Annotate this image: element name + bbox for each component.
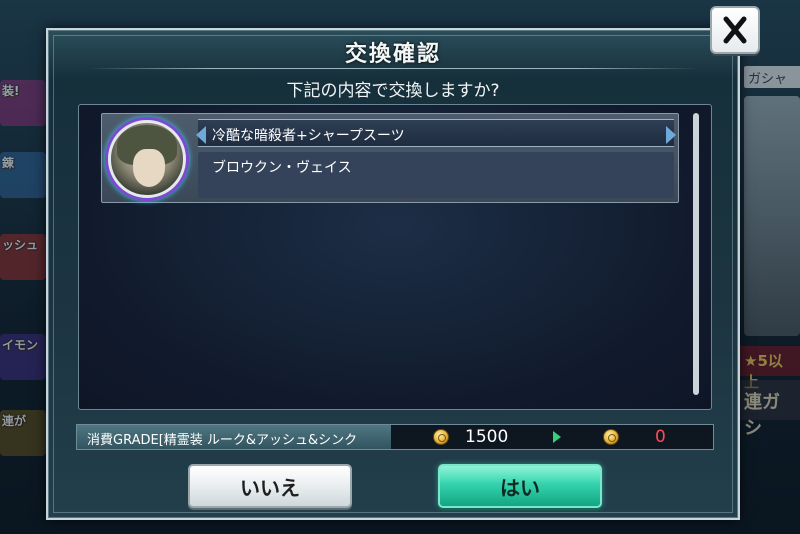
gacha-card-art: [744, 96, 800, 336]
close-button[interactable]: [710, 6, 760, 54]
close-icon: [723, 16, 747, 44]
exchange-item-list[interactable]: 冷酷な暗殺者+シャープスーツ ブロウクン・ヴェイス: [78, 104, 712, 410]
chevron-right-icon: [666, 126, 676, 144]
no-button[interactable]: いいえ: [188, 464, 352, 508]
cost-values: 1500 0: [391, 425, 713, 449]
left-banner-strip: 装! 錬 ッシュ イモン 連が: [0, 60, 48, 534]
exchange-confirm-dialog: 交換確認 下記の内容で交換しますか? 冷酷な暗殺者+シャープスーツ ブロウクン・…: [46, 28, 740, 520]
gacha-tag: ガシャ: [744, 66, 800, 88]
yes-button[interactable]: はい: [438, 464, 602, 508]
chevron-left-icon: [196, 126, 206, 144]
coin-icon: [603, 429, 619, 445]
left-banner: 装!: [0, 80, 46, 126]
list-item: 冷酷な暗殺者+シャープスーツ ブロウクン・ヴェイス: [101, 113, 679, 203]
star-rarity-tag: ★5以上: [740, 346, 800, 391]
after-amount: 0: [655, 427, 666, 447]
current-amount: 1500: [465, 427, 509, 447]
item-character: ブロウクン・ヴェイス: [198, 152, 674, 198]
left-banner: 錬: [0, 152, 46, 198]
item-name: 冷酷な暗殺者+シャープスーツ: [196, 119, 676, 147]
list-scrollbar[interactable]: [693, 113, 699, 395]
left-banner: 連が: [0, 410, 46, 456]
confirm-question: 下記の内容で交換しますか?: [286, 81, 500, 101]
left-banner: イモン: [0, 334, 46, 380]
multi-gacha-tag: 連ガシ: [740, 380, 800, 439]
arrow-right-icon: [553, 431, 561, 443]
item-name-label: 冷酷な暗殺者+シャープスーツ: [212, 128, 405, 144]
cost-label: 消費GRADE[精霊装 ルーク&アッシュ&シンク: [77, 425, 391, 449]
cost-bar: 消費GRADE[精霊装 ルーク&アッシュ&シンク 1500 0: [76, 424, 714, 450]
coin-icon: [433, 429, 449, 445]
character-portrait-icon: [108, 120, 186, 198]
dialog-title: 交換確認: [344, 42, 441, 67]
left-banner: ッシュ: [0, 234, 46, 280]
title-divider: [88, 68, 698, 69]
